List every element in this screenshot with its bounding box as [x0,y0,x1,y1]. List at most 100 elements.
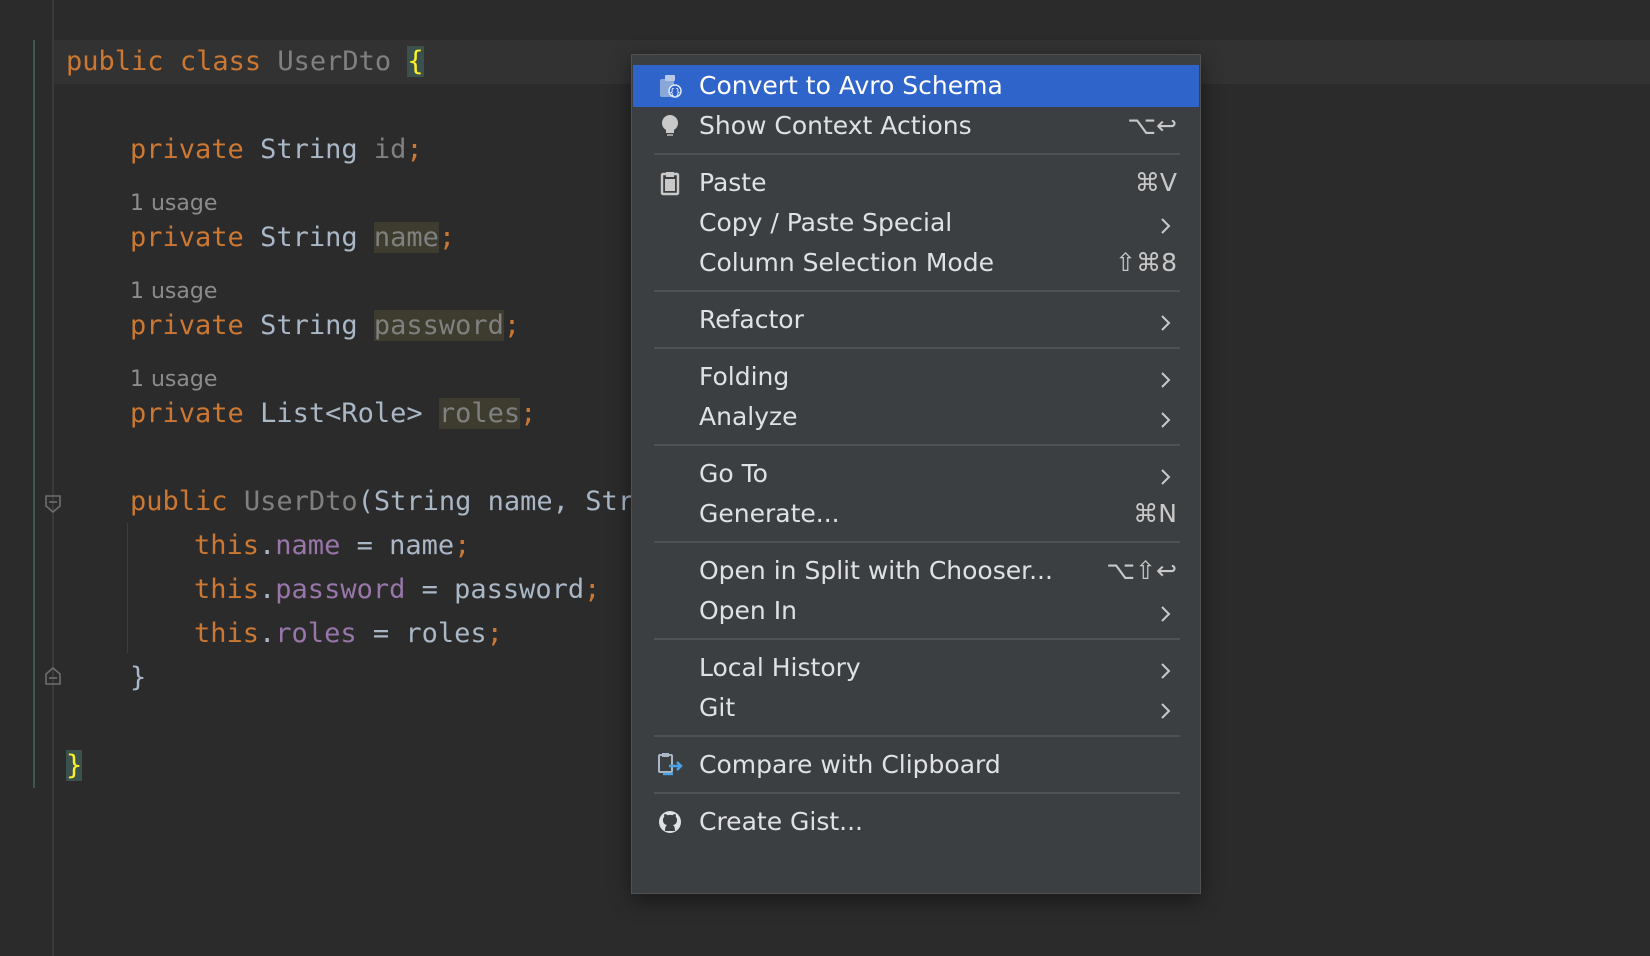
menu-item-label: Generate... [699,499,840,528]
chevron-right-icon [1155,310,1175,331]
keyword: public [130,486,228,517]
field-name: name [373,222,439,253]
constructor-close-brace: } [130,662,147,693]
compare-icon [657,752,683,778]
class-close-brace: } [66,744,83,788]
assignment: = roles [356,618,487,649]
menu-item-label: Open in Split with Chooser... [699,556,1053,585]
chevron-right-icon [1155,464,1175,485]
github-icon [657,809,683,835]
chevron-right-icon [1155,213,1175,234]
menu-separator [654,444,1180,446]
open-brace: { [407,46,424,77]
chevron-right-icon [1155,367,1175,388]
menu-item-label: Compare with Clipboard [699,750,1001,779]
menu-item-open-in[interactable]: Open In [633,590,1199,632]
type-name: List<Role> [260,398,423,429]
menu-item-label: Go To [699,459,768,488]
chevron-right-icon [1155,658,1175,679]
semicolon: ; [503,310,521,341]
menu-item-shortcut: ⌘V [1134,168,1177,197]
menu-item-shortcut: ⌘N [1133,499,1177,528]
class-declaration: public class UserDto { [66,40,424,84]
keyword: this [194,618,260,649]
field-name: roles [438,398,521,429]
type-name: String [260,310,358,341]
menu-item-paste[interactable]: Paste ⌘V [633,162,1199,204]
keyword: private [130,398,244,429]
context-menu: {} Convert to Avro Schema Show Context A… [631,54,1201,894]
menu-item-label: Analyze [699,402,798,431]
dot: . [259,618,276,649]
keyword: private [130,134,244,165]
menu-separator [654,347,1180,349]
type-name: String [260,134,358,165]
menu-item-label: Show Context Actions [699,111,972,140]
keyword: class [179,46,262,77]
menu-item-shortcut: ⌥↩ [1127,111,1177,140]
field-roles-line: private List<Role> roles; [130,392,536,436]
field-name-line: private String name; [130,216,455,260]
field-reference: roles [275,618,357,649]
menu-separator [654,792,1180,794]
menu-separator [654,638,1180,640]
svg-text:{}: {} [669,88,680,98]
assign-name-line: this.name = name; [194,524,470,568]
menu-item-label: Create Gist... [699,807,864,836]
menu-item-go-to[interactable]: Go To [633,453,1199,495]
clipboard-icon [657,170,683,196]
dot: . [259,530,276,561]
menu-item-refactor[interactable]: Refactor [633,299,1199,341]
class-name: UserDto [277,46,392,77]
semicolon: ; [406,134,423,165]
menu-separator [654,541,1180,543]
menu-item-open-in-split-with-chooser[interactable]: Open in Split with Chooser... ⌥⇧↩ [633,550,1199,592]
menu-item-label: Copy / Paste Special [699,208,953,237]
semicolon: ; [520,398,537,429]
menu-item-generate[interactable]: Generate... ⌘N [633,493,1199,535]
chevron-right-icon [1155,698,1175,719]
semicolon: ; [438,222,456,253]
menu-item-label: Folding [699,362,790,391]
type-name: String [260,222,358,253]
semicolon: ; [486,618,503,649]
field-name: password [373,310,504,341]
assign-roles-line: this.roles = roles; [194,612,503,656]
menu-separator [654,153,1180,155]
menu-item-show-context-actions[interactable]: Show Context Actions ⌥↩ [633,105,1199,147]
menu-item-compare-with-clipboard[interactable]: Compare with Clipboard [633,744,1199,786]
lightbulb-icon [657,113,683,139]
menu-item-copy-paste-special[interactable]: Copy / Paste Special [633,202,1199,244]
dot: . [259,574,276,605]
constructor-name: UserDto [243,486,358,517]
semicolon: ; [454,530,471,561]
field-password-line: private String password; [130,304,520,348]
menu-item-label: Column Selection Mode [699,248,994,277]
keyword: public [66,46,164,77]
field-reference: name [275,530,341,561]
menu-item-local-history[interactable]: Local History [633,647,1199,689]
menu-item-folding[interactable]: Folding [633,356,1199,398]
keyword: private [130,310,244,341]
parameter-list: (String name, [357,486,586,517]
menu-item-label: Open In [699,596,797,625]
menu-item-git[interactable]: Git [633,687,1199,729]
menu-item-column-selection-mode[interactable]: Column Selection Mode ⇧⌘8 [633,242,1199,284]
menu-item-analyze[interactable]: Analyze [633,396,1199,438]
keyword: this [194,574,260,605]
assignment: = name [340,530,455,561]
keyword: this [194,530,260,561]
indent-guide [127,523,128,653]
chevron-right-icon [1155,407,1175,428]
menu-item-create-gist[interactable]: Create Gist... [633,801,1199,843]
keyword: private [130,222,244,253]
semicolon: ; [584,574,601,605]
menu-item-convert-to-avro-schema[interactable]: {} Convert to Avro Schema [633,65,1199,107]
close-brace: } [66,750,83,781]
assignment: = password [405,574,585,605]
field-id-line: private String id; [130,128,423,172]
assign-password-line: this.password = password; [194,568,600,612]
code-editor[interactable]: public class UserDto { private String id… [0,0,640,956]
menu-item-shortcut: ⌥⇧↩ [1106,556,1177,585]
constructor-line: public UserDto(String name, Stri [130,480,640,524]
